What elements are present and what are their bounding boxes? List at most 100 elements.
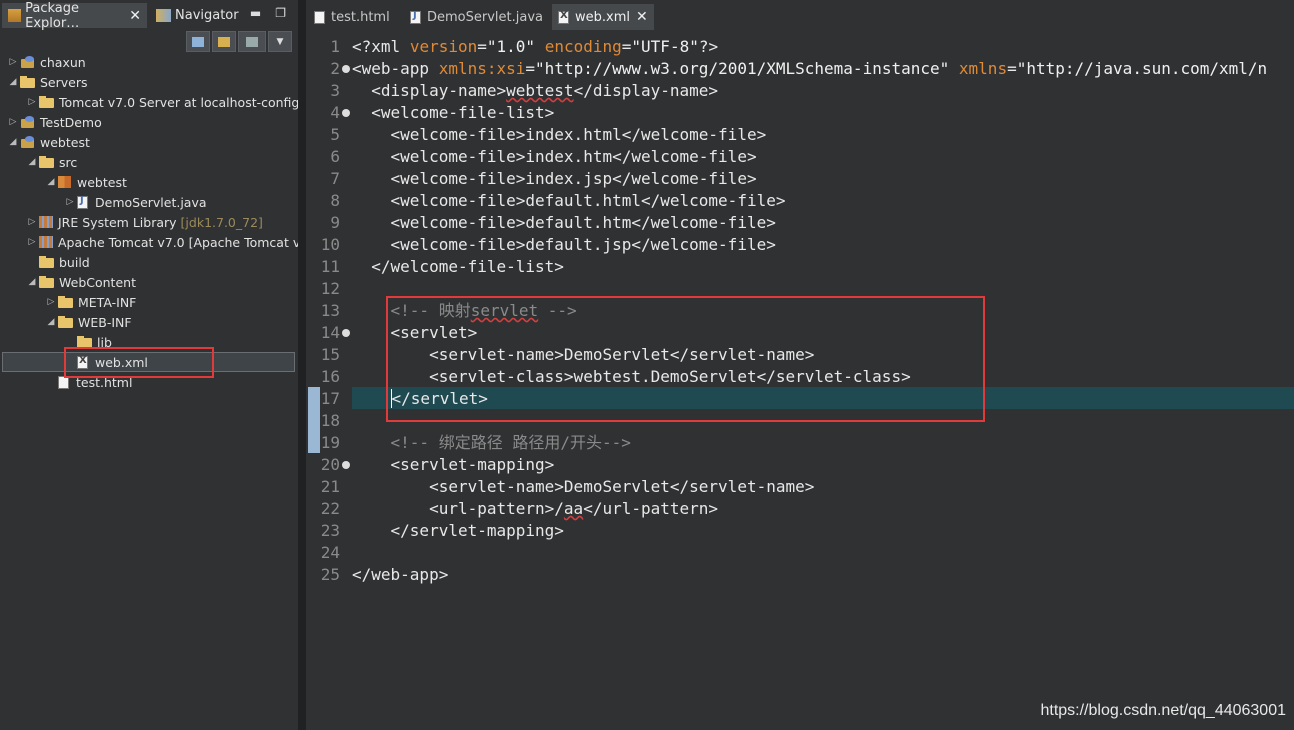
- code-line[interactable]: <welcome-file>index.html</welcome-file>: [352, 124, 767, 146]
- panel-splitter[interactable]: [298, 0, 306, 730]
- expand-arrow-icon[interactable]: ◢: [44, 177, 58, 187]
- tree-item[interactable]: ▷ META-INF: [44, 292, 137, 312]
- code-line[interactable]: <display-name>webtest</display-name>: [352, 80, 718, 102]
- fold-toggle-icon[interactable]: [342, 329, 350, 337]
- line-number: 17: [320, 389, 340, 408]
- code-line[interactable]: <servlet-mapping>: [352, 454, 555, 476]
- line-number: 22: [320, 499, 340, 518]
- project-icon: [20, 115, 35, 129]
- tree-item[interactable]: ▷ DemoServlet.java: [63, 192, 207, 212]
- tree-item-label: Apache Tomcat v7.0 [Apache Tomcat v7: [58, 234, 309, 250]
- fold-toggle-icon[interactable]: [342, 461, 350, 469]
- expand-arrow-icon[interactable]: ▷: [25, 217, 39, 227]
- expand-arrow-icon[interactable]: ▷: [6, 57, 20, 67]
- line-number: 11: [320, 257, 340, 276]
- maximize-icon[interactable]: ❐: [275, 6, 286, 20]
- tree-item[interactable]: ▷ TestDemo: [6, 112, 102, 132]
- code-line[interactable]: </welcome-file-list>: [352, 256, 564, 278]
- code-line[interactable]: <url-pattern>/aa</url-pattern>: [352, 498, 718, 520]
- tree-item[interactable]: build: [25, 252, 90, 272]
- close-icon[interactable]: ✕: [129, 8, 141, 24]
- xml-file-icon: [558, 10, 569, 24]
- html-file-icon: [314, 10, 325, 24]
- line-number: 6: [330, 147, 340, 166]
- code-line[interactable]: <!-- 绑定路径 路径用/开头-->: [352, 432, 631, 454]
- tab-label: Package Explor…: [25, 0, 80, 31]
- tree-item[interactable]: ◢ WEB-INF: [44, 312, 132, 332]
- java-file-icon: [410, 10, 421, 24]
- tree-item[interactable]: ▷ Tomcat v7.0 Server at localhost-config: [25, 92, 300, 112]
- expand-arrow-icon[interactable]: ▷: [44, 297, 58, 307]
- folder-icon: [20, 76, 35, 88]
- code-line[interactable]: </web-app>: [352, 564, 448, 586]
- folder-icon: [58, 296, 73, 308]
- package-icon: [58, 176, 71, 188]
- tab-navigator[interactable]: Navigator: [150, 3, 245, 28]
- expand-arrow-icon[interactable]: ◢: [25, 157, 39, 167]
- collapse-all-icon: [192, 36, 204, 47]
- line-number: 21: [320, 477, 340, 496]
- tree-item[interactable]: ▷ Apache Tomcat v7.0 [Apache Tomcat v7: [25, 232, 309, 252]
- code-line[interactable]: <welcome-file>index.htm</welcome-file>: [352, 146, 757, 168]
- tree-item-label: webtest: [77, 174, 127, 190]
- code-line[interactable]: </servlet-mapping>: [352, 520, 564, 542]
- expand-arrow-icon[interactable]: ▷: [25, 237, 39, 247]
- link-with-editor-button[interactable]: [212, 31, 236, 52]
- code-line[interactable]: <welcome-file>default.html</welcome-file…: [352, 190, 786, 212]
- code-line[interactable]: <?xml version="1.0" encoding="UTF-8"?>: [352, 36, 718, 58]
- watermark-text: https://blog.csdn.net/qq_44063001: [1040, 702, 1286, 719]
- line-number: 8: [330, 191, 340, 210]
- tab-demoservlet-java[interactable]: DemoServlet.java: [404, 4, 549, 30]
- tab-test-html[interactable]: test.html: [308, 4, 396, 30]
- view-menu-button[interactable]: [238, 31, 266, 52]
- line-number: 24: [320, 543, 340, 562]
- expand-arrow-icon[interactable]: ▷: [6, 117, 20, 127]
- explorer-toolbar: ▼: [186, 31, 292, 53]
- library-icon: [39, 236, 53, 248]
- view-window-controls: ▬ ❐: [250, 6, 286, 20]
- line-number-gutter: 1 2 3 4 5 6 7 8 9 10 11 12 13 14 15 16 17 18 19 20 21 22 23 24 2…: [306, 35, 352, 730]
- expand-arrow-icon[interactable]: ◢: [44, 317, 58, 327]
- expand-arrow-icon[interactable]: ◢: [25, 277, 39, 287]
- project-icon: [20, 135, 35, 149]
- code-line[interactable]: <welcome-file>default.jsp</welcome-file>: [352, 234, 776, 256]
- tab-web-xml[interactable]: web.xml ✕: [552, 4, 654, 30]
- tree-item[interactable]: ◢ webtest: [44, 172, 127, 192]
- dropdown-button[interactable]: ▼: [268, 31, 292, 52]
- project-icon: [20, 55, 35, 69]
- expand-arrow-icon[interactable]: ▷: [63, 197, 77, 207]
- code-line[interactable]: <welcome-file>default.htm</welcome-file>: [352, 212, 776, 234]
- tree-item[interactable]: ◢ src: [25, 152, 78, 172]
- code-line[interactable]: <web-app xmlns:xsi="http://www.w3.org/20…: [352, 58, 1267, 80]
- expand-arrow-icon[interactable]: ▷: [25, 97, 39, 107]
- line-number: 13: [320, 301, 340, 320]
- tree-item[interactable]: ▷ chaxun: [6, 52, 86, 72]
- code-line[interactable]: <welcome-file-list>: [352, 102, 554, 124]
- tree-item-label: build: [59, 254, 90, 270]
- code-line[interactable]: <welcome-file>index.jsp</welcome-file>: [352, 168, 757, 190]
- chevron-down-icon: ▼: [276, 36, 284, 47]
- tree-item[interactable]: ▷ JRE System Library [jdk1.7.0_72]: [25, 212, 263, 232]
- code-editor[interactable]: 1 2 3 4 5 6 7 8 9 10 11 12 13 14 15 16 17 18 19 20 21 22 23 24 2…: [306, 35, 1294, 730]
- fold-toggle-icon[interactable]: [342, 65, 350, 73]
- collapse-all-button[interactable]: [186, 31, 210, 52]
- folder-icon: [39, 256, 54, 268]
- tree-item[interactable]: ◢ webtest: [6, 132, 90, 152]
- folder-icon: [39, 156, 54, 168]
- close-icon[interactable]: ✕: [636, 9, 648, 25]
- minimize-icon[interactable]: ▬: [250, 6, 261, 20]
- code-line[interactable]: <servlet-name>DemoServlet</servlet-name>: [352, 476, 814, 498]
- editor-area: test.html DemoServlet.java web.xml ✕ 123…: [306, 0, 1294, 730]
- java-file-icon: [77, 195, 88, 209]
- tree-item-label: WebContent: [59, 274, 136, 290]
- view-menu-icon: [246, 36, 258, 47]
- line-number: 16: [320, 367, 340, 386]
- tree-item[interactable]: ◢ Servers: [6, 72, 88, 92]
- tab-package-explorer[interactable]: Package Explor… ✕: [2, 0, 147, 31]
- expand-arrow-icon[interactable]: ◢: [6, 77, 20, 87]
- line-number: 1: [330, 37, 340, 56]
- fold-toggle-icon[interactable]: [342, 109, 350, 117]
- annotation-box: [386, 296, 985, 422]
- expand-arrow-icon[interactable]: ◢: [6, 137, 20, 147]
- tree-item[interactable]: ◢ WebContent: [25, 272, 136, 292]
